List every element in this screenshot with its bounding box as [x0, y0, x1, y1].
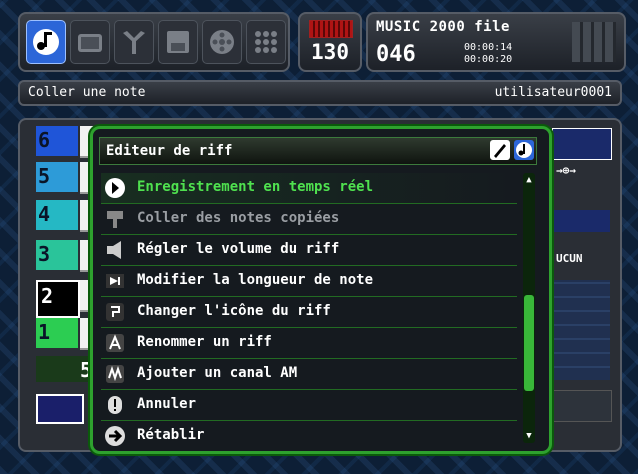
username: utilisateur0001 — [494, 85, 612, 100]
menu-item-change-icon[interactable]: Changer l'icône du riff — [101, 297, 517, 328]
dialog-title: Editeur de riff — [106, 143, 233, 159]
right-grid — [552, 280, 610, 380]
track-number: 2 — [41, 284, 54, 308]
menu-item-label: Rétablir — [137, 427, 205, 443]
menu-item-volume[interactable]: Régler le volume du riff — [101, 235, 517, 266]
menu-item-label: Changer l'icône du riff — [137, 303, 331, 319]
file-title: MUSIC 2000 file — [376, 19, 510, 35]
riff-editor-dialog: Editeur de riff Enregistrement en temps … — [90, 126, 552, 454]
menu-item-label: Annuler — [137, 396, 197, 412]
aucun-label: UCUN — [556, 252, 583, 265]
grid-icon — [255, 31, 277, 53]
note-length-icon — [106, 274, 124, 288]
track-number: 5 — [38, 164, 51, 188]
right-slot[interactable] — [552, 390, 612, 422]
tempo-value: 130 — [311, 40, 349, 64]
menu-item-paste[interactable]: Coller des notes copiées — [101, 204, 517, 235]
dialog-title-bar: Editeur de riff — [99, 137, 537, 165]
status-bar: Coller une note utilisateur0001 — [18, 80, 622, 106]
am-wave-icon — [106, 365, 124, 383]
menu-item-label: Modifier la longueur de note — [137, 272, 374, 288]
reel-mode-button[interactable] — [202, 20, 242, 64]
menu-item-undo[interactable]: Annuler — [101, 390, 517, 421]
file-info-panel: MUSIC 2000 file 046 00:00:14 00:00:20 — [366, 12, 626, 72]
track-number: 6 — [38, 128, 51, 152]
track-4[interactable]: 4 — [36, 200, 78, 230]
video-mode-button[interactable] — [70, 20, 110, 64]
menu-item-label: Enregistrement en temps réel — [137, 179, 374, 195]
menu-item-record[interactable]: Enregistrement en temps réel — [101, 173, 517, 204]
page-selector[interactable] — [36, 394, 84, 424]
menu-item-note-length[interactable]: Modifier la longueur de note — [101, 266, 517, 297]
bottom-counter-cell: 5 — [36, 356, 98, 382]
menu-item-label: Coller des notes copiées — [137, 210, 340, 226]
scroll-down-icon[interactable]: ▼ — [523, 431, 535, 441]
riff-icon-icon — [106, 303, 124, 321]
letter-a-icon — [106, 334, 124, 352]
am-wave-icon[interactable] — [552, 128, 612, 160]
right-slot[interactable] — [552, 210, 610, 232]
disk-mode-button[interactable] — [158, 20, 198, 64]
menu-item-label: Renommer un riff — [137, 334, 272, 350]
level-meter — [572, 22, 616, 62]
tv-icon — [78, 34, 102, 52]
reel-icon — [210, 30, 234, 54]
disk-icon — [167, 31, 189, 53]
route-label: →⊕→ — [556, 164, 576, 177]
redo-arrow-icon — [105, 426, 125, 446]
menu-item-redo[interactable]: Rétablir — [101, 421, 517, 451]
play-arrow-icon — [105, 178, 125, 198]
mixer-icon — [123, 31, 145, 54]
time-total: 00:00:20 — [464, 54, 513, 65]
track-3[interactable]: 3 — [36, 240, 78, 270]
menu-scrollbar[interactable]: ▲ ▼ — [523, 173, 535, 443]
music-note-icon — [33, 29, 59, 55]
menu-item-add-am[interactable]: Ajouter un canal AM — [101, 359, 517, 390]
paste-icon — [107, 211, 123, 228]
mixer-mode-button[interactable] — [114, 20, 154, 64]
mode-toolbar — [18, 12, 290, 72]
time-current: 00:00:14 — [464, 42, 513, 53]
grid-mode-button[interactable] — [246, 20, 286, 64]
exclamation-icon — [108, 396, 122, 414]
status-message: Coller une note — [28, 85, 146, 100]
menu-list: Enregistrement en temps réel Coller des … — [101, 173, 517, 451]
music-mode-button[interactable] — [26, 20, 66, 64]
speaker-icon — [107, 241, 121, 259]
track-number: 1 — [38, 320, 51, 344]
track-6[interactable]: 6 — [36, 126, 78, 156]
track-number: 4 — [38, 202, 51, 226]
menu-item-label: Ajouter un canal AM — [137, 365, 298, 381]
scroll-thumb[interactable] — [524, 295, 534, 392]
file-counter: 046 — [376, 42, 416, 67]
menu-item-rename[interactable]: Renommer un riff — [101, 328, 517, 359]
menu-item-label: Régler le volume du riff — [137, 241, 340, 257]
track-2-selected[interactable]: 2 — [36, 280, 80, 318]
track-5[interactable]: 5 — [36, 162, 78, 192]
scroll-up-icon[interactable]: ▲ — [523, 175, 535, 185]
tempo-display[interactable]: 130 — [298, 12, 362, 72]
track-1[interactable]: 1 — [36, 318, 78, 348]
music-note-icon[interactable] — [514, 140, 534, 160]
tempo-led-meter — [309, 20, 353, 38]
track-number: 3 — [38, 242, 51, 266]
pencil-icon[interactable] — [490, 140, 510, 160]
